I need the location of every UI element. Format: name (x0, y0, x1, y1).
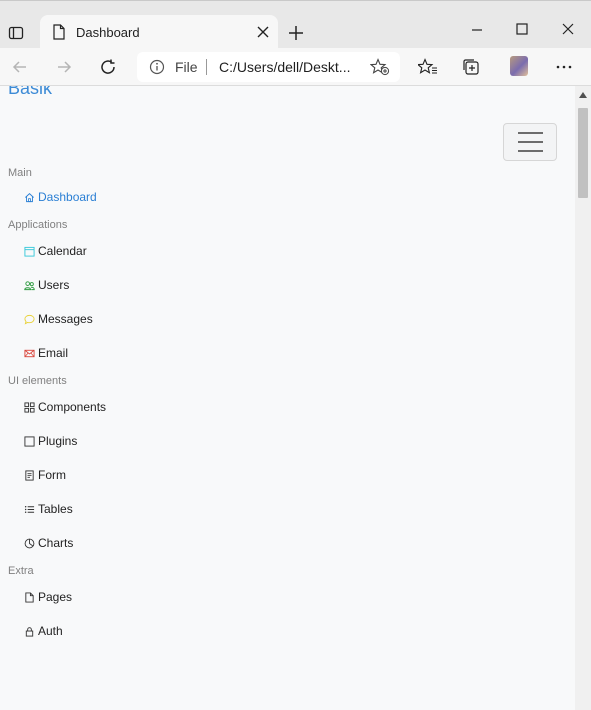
page-icon (53, 24, 65, 40)
url-text[interactable]: C:/Users/dell/Deskt... (219, 59, 350, 75)
sidebar-section-extra: Extra (8, 565, 34, 577)
collections-button[interactable] (462, 57, 482, 77)
arrow-right-icon (58, 61, 72, 73)
hamburger-icon-line (518, 132, 543, 134)
close-window-button[interactable] (558, 19, 578, 39)
sidebar-item-label: Calendar (38, 244, 87, 258)
scrollbar-thumb[interactable] (578, 108, 588, 198)
sidebar-item-users[interactable]: Users (24, 278, 69, 292)
sidebar-item-label: Charts (38, 536, 74, 550)
sidebar-item-label: Form (38, 468, 66, 482)
sidebar-item-label: Email (38, 346, 69, 360)
sidebar-item-components[interactable]: Components (24, 400, 106, 414)
sidebar-section-applications: Applications (8, 219, 68, 231)
address-bar[interactable]: File C:/Users/dell/Deskt... (137, 52, 400, 82)
envelope-icon (24, 349, 35, 357)
page-icon (25, 591, 34, 603)
grid-icon (24, 401, 35, 413)
sidebar-item-messages[interactable]: Messages (24, 312, 93, 326)
sidebar-section-ui-elements: UI elements (8, 375, 67, 387)
users-icon (24, 280, 35, 290)
sidebar-section-main: Main (8, 167, 32, 179)
minimize-icon (472, 29, 482, 31)
favorites-button[interactable] (418, 57, 438, 77)
info-icon[interactable] (149, 59, 165, 75)
lock-icon (25, 626, 34, 637)
sidebar-item-label: Messages (38, 312, 93, 326)
sidebar-item-tables[interactable]: Tables (24, 502, 73, 516)
calendar-icon (24, 246, 35, 257)
refresh-button[interactable] (98, 57, 118, 77)
sidebar-item-email[interactable]: Email (24, 346, 68, 360)
sidebar-item-form[interactable]: Form (24, 468, 66, 482)
new-tab-icon[interactable] (286, 23, 306, 43)
maximize-icon (516, 23, 528, 35)
address-divider (206, 59, 207, 75)
sidebar-item-label: Tables (38, 502, 73, 516)
sidebar-item-auth[interactable]: Auth (24, 624, 63, 638)
tab-actions-button[interactable] (6, 23, 26, 43)
sidebar-item-charts[interactable]: Charts (24, 536, 73, 550)
sidebar-item-label: Auth (38, 624, 63, 638)
back-button[interactable] (10, 57, 30, 77)
close-tab-icon[interactable] (256, 25, 270, 39)
more-icon (556, 65, 572, 69)
favorites-icon (418, 58, 437, 74)
close-icon (562, 23, 574, 35)
sidebar-item-label: Pages (38, 590, 73, 604)
maximize-button[interactable] (512, 19, 532, 39)
sidebar-item-plugins[interactable]: Plugins (24, 434, 77, 448)
minimize-button[interactable] (467, 19, 487, 39)
list-icon (24, 505, 35, 513)
tab-title: Dashboard (76, 25, 140, 40)
settings-menu-button[interactable] (554, 57, 574, 77)
arrow-left-icon (12, 61, 26, 73)
sidebar-item-calendar[interactable]: Calendar (24, 244, 87, 258)
chat-icon (24, 314, 35, 325)
sidebar-item-label: Dashboard (38, 190, 97, 204)
sidebar-item-label: Users (38, 278, 70, 292)
browser-toolbar: File C:/Users/dell/Deskt... (0, 48, 591, 86)
browser-titlebar: Dashboard (0, 0, 591, 49)
hamburger-icon-line (518, 150, 543, 152)
refresh-icon (101, 59, 115, 74)
form-icon (25, 469, 34, 481)
brand-logo-text[interactable]: Basik (8, 86, 52, 99)
scroll-up-arrow-icon[interactable] (579, 92, 587, 98)
collections-icon (463, 59, 479, 75)
forward-button[interactable] (54, 57, 74, 77)
sidebar-item-label: Plugins (38, 434, 78, 448)
house-icon (25, 192, 34, 202)
file-label: File (175, 59, 198, 75)
page-content: Basik Main Dashboard Applications Calend… (0, 86, 575, 710)
page-scrollbar[interactable] (575, 86, 591, 710)
sidebar-item-pages[interactable]: Pages (24, 590, 72, 604)
add-favorite-icon[interactable] (370, 58, 390, 76)
navbar-toggler-button[interactable] (503, 123, 557, 161)
sidebar-item-dashboard[interactable]: Dashboard (24, 190, 97, 204)
sidebar-item-label: Components (38, 400, 107, 414)
tab-actions-icon (8, 26, 24, 40)
pie-chart-icon (24, 538, 35, 548)
square-icon (24, 435, 35, 447)
browser-tab-dashboard[interactable]: Dashboard (40, 15, 278, 49)
profile-avatar[interactable] (510, 56, 528, 76)
hamburger-icon-line (518, 141, 543, 143)
